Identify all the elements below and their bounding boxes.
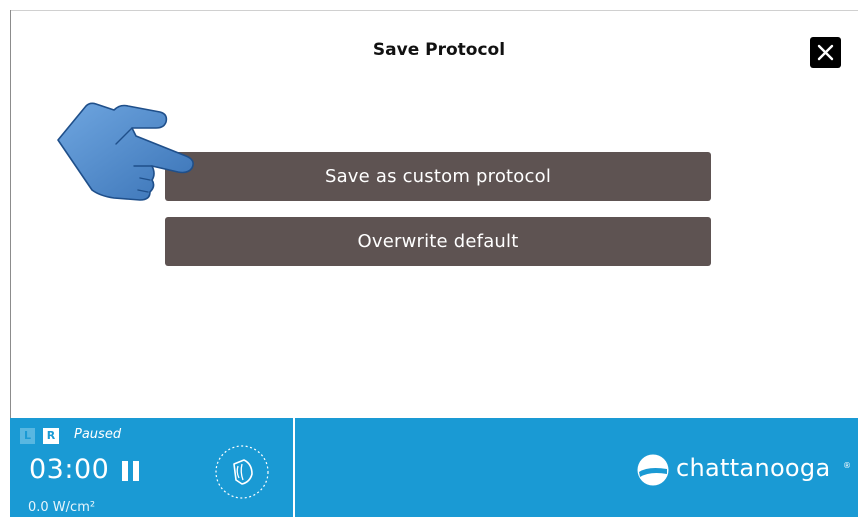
ultrasound-applicator-icon[interactable] bbox=[214, 444, 270, 500]
intensity-readout: 0.0 W/cm² bbox=[28, 500, 96, 515]
chattanooga-logo: chattanooga ® bbox=[636, 452, 854, 486]
frame-left-border bbox=[10, 10, 11, 418]
side-left-indicator[interactable]: L bbox=[20, 428, 35, 444]
save-as-custom-protocol-button[interactable]: Save as custom protocol bbox=[165, 152, 711, 201]
treatment-status: Paused bbox=[74, 427, 122, 442]
close-button[interactable] bbox=[810, 37, 841, 68]
registered-mark: ® bbox=[843, 461, 851, 470]
brand-name: chattanooga bbox=[676, 454, 831, 482]
save-protocol-screen: Save Protocol Save as custom protocol Ov… bbox=[0, 0, 858, 517]
close-icon bbox=[817, 44, 834, 61]
treatment-timer: 03:00 bbox=[29, 454, 110, 485]
side-right-indicator[interactable]: R bbox=[43, 428, 59, 444]
overwrite-default-button[interactable]: Overwrite default bbox=[165, 217, 711, 266]
pause-icon[interactable] bbox=[122, 461, 140, 481]
dialog-title: Save Protocol bbox=[372, 40, 506, 60]
pointing-hand-icon bbox=[57, 102, 194, 201]
frame-top-border bbox=[10, 10, 858, 11]
chattanooga-logo-mark bbox=[637, 454, 669, 486]
